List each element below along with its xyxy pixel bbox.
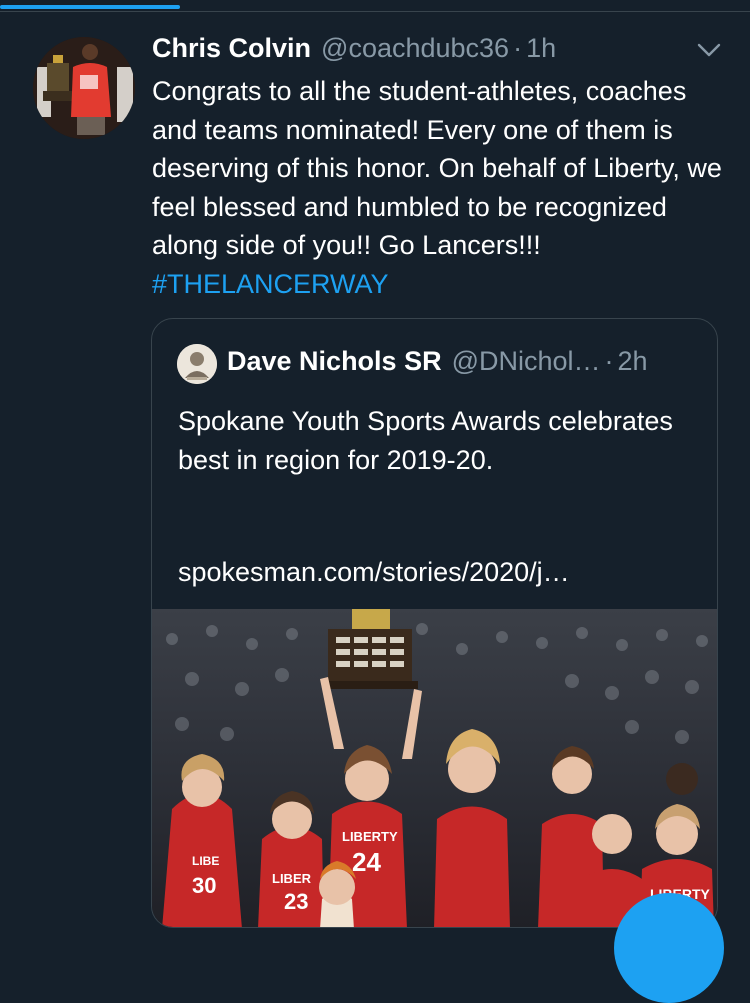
quoted-tweet-card[interactable]: Dave Nichols SR @DNichol… · 2h Spokane Y… [151,318,718,928]
quoted-tweet-timestamp[interactable]: 2h [618,346,648,377]
tweet-timestamp[interactable]: 1h [526,33,556,64]
quoted-tweet-image[interactable]: LIBE 30 LIBER 23 LIBERTY 24 LIBERTY [152,609,717,927]
quoted-tweet-header: Dave Nichols SR @DNichol… · 2h [227,346,648,377]
tweet-header: Chris Colvin @coachdubc36 · 1h [152,33,556,73]
jersey-label: 30 [192,873,216,898]
tweet-text: Congrats to all the student-athletes, co… [152,72,732,303]
jersey-label: LIBERTY [342,829,398,844]
compose-tweet-button[interactable] [614,893,724,1003]
quoted-tweet-link[interactable]: spokesman.com/stories/2020/j… [178,557,570,588]
page-progress-bar [0,5,180,9]
tweet[interactable]: Chris Colvin @coachdubc36 · 1h Congrats … [0,13,750,1003]
hashtag-link[interactable]: #THELANCERWAY [152,269,389,299]
jersey-label: 23 [284,889,308,914]
quoted-header-separator: · [604,346,614,376]
quoted-author-display-name[interactable]: Dave Nichols SR [227,346,442,377]
jersey-label: LIBER [272,871,312,886]
quoted-tweet-text: Spokane Youth Sports Awards celebrates b… [178,406,673,475]
author-avatar[interactable] [33,37,135,139]
jersey-label: LIBE [192,854,219,868]
jersey-label: 24 [352,847,381,877]
page-progress-track [0,0,750,12]
chevron-down-icon[interactable] [694,37,724,63]
author-display-name[interactable]: Chris Colvin [152,33,311,64]
header-separator: · [513,33,523,63]
quoted-author-avatar[interactable] [177,344,217,384]
author-handle[interactable]: @coachdubc36 [321,33,509,64]
quoted-author-handle[interactable]: @DNichol… [452,346,601,377]
tweet-body: Congrats to all the student-athletes, co… [152,76,722,260]
